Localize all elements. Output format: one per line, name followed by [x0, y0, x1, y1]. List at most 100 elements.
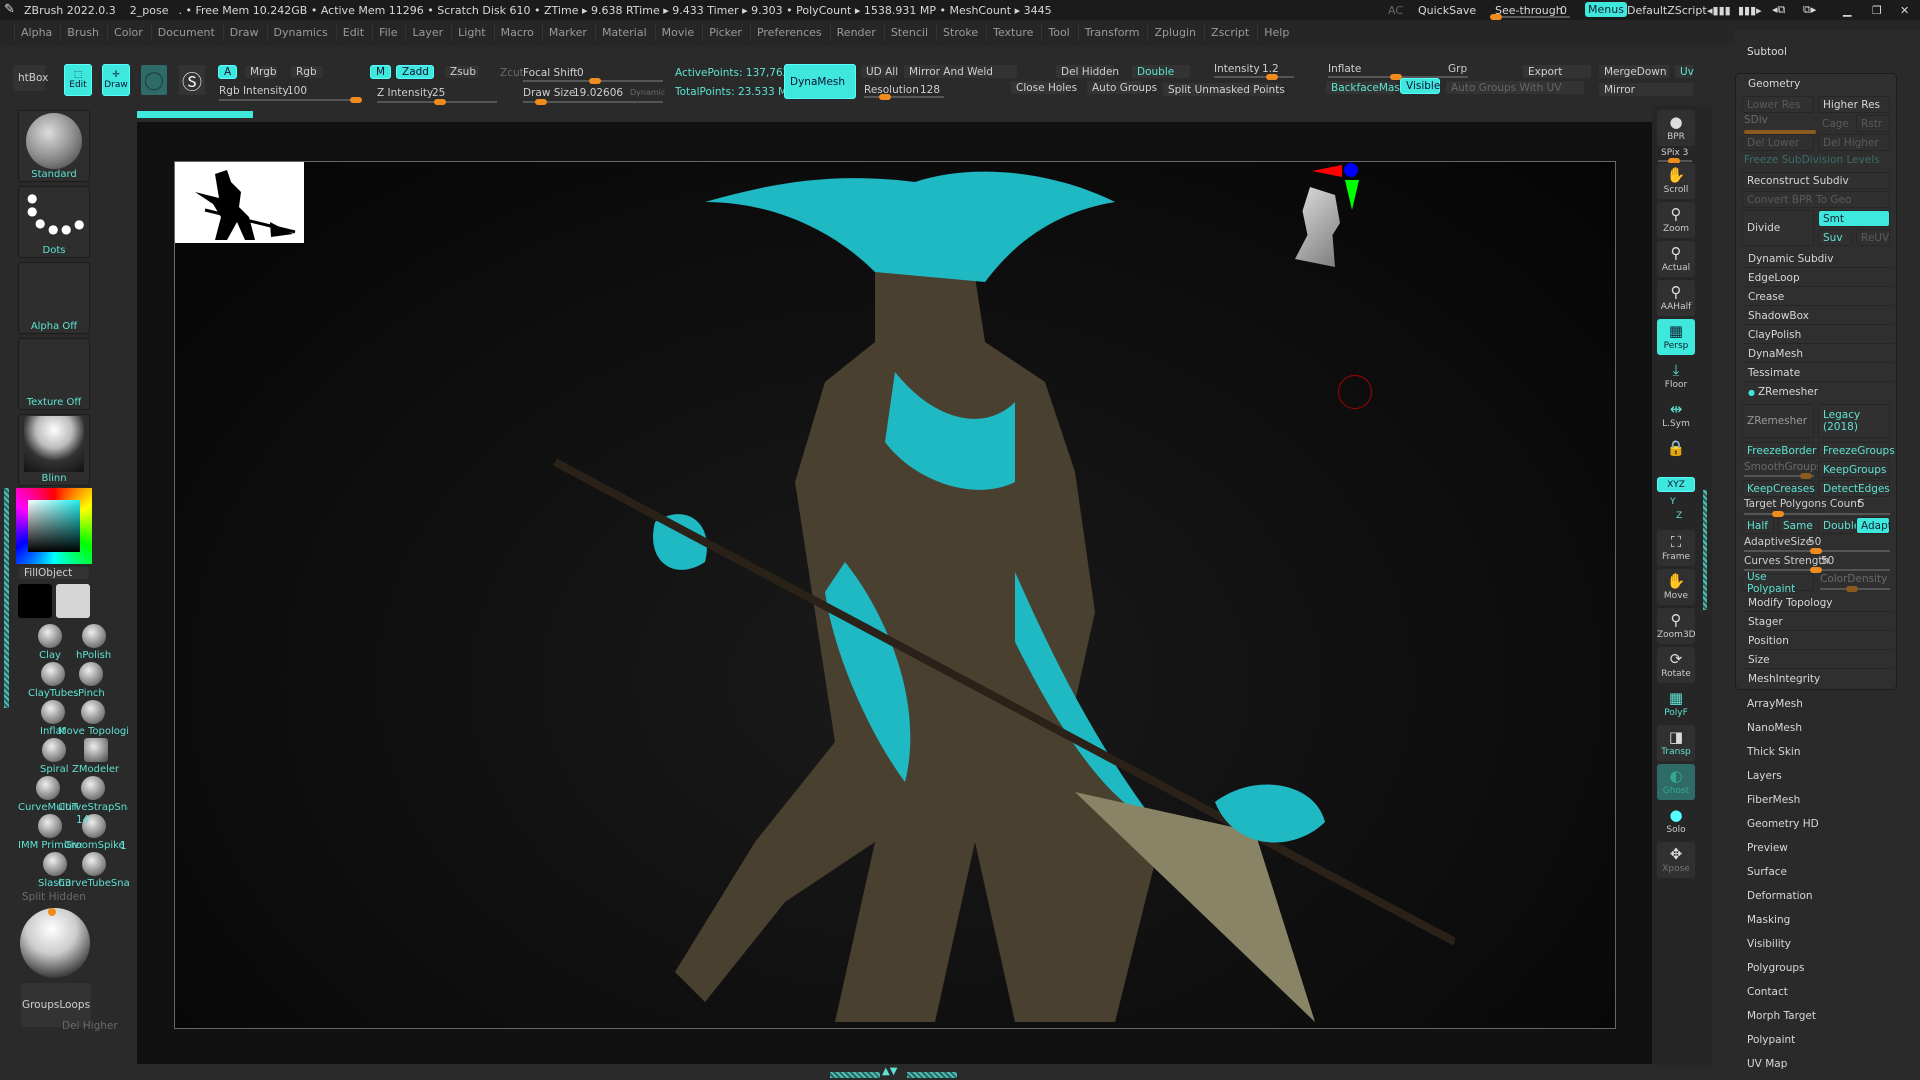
keepcreases-toggle[interactable]: KeepCreases: [1742, 480, 1815, 497]
bottom-tray-handle-left[interactable]: [830, 1072, 880, 1078]
menu-color[interactable]: Color: [107, 24, 149, 41]
inflate-slider[interactable]: [1328, 74, 1468, 80]
cage-button[interactable]: Cage: [1818, 115, 1854, 132]
export-button[interactable]: Export: [1522, 64, 1592, 79]
bottom-tray-handle-right[interactable]: [907, 1072, 957, 1078]
quicksave-button[interactable]: QuickSave: [1418, 4, 1476, 17]
persp-button[interactable]: ▦ Persp: [1657, 319, 1695, 355]
brush-curvetubesnap[interactable]: CurveTubeSnap: [58, 852, 130, 889]
menu-layer[interactable]: Layer: [405, 24, 449, 41]
character-model[interactable]: [455, 142, 1455, 1032]
visibility-section[interactable]: Visibility: [1747, 938, 1791, 950]
menu-help[interactable]: Help: [1257, 24, 1295, 41]
draw-size-slider[interactable]: [523, 99, 663, 105]
adapt-toggle[interactable]: Adapt: [1856, 517, 1892, 534]
zcut-label[interactable]: Zcut: [500, 67, 524, 79]
mirror-weld-button[interactable]: Mirror And Weld: [903, 64, 1018, 79]
same-button[interactable]: Same: [1778, 517, 1814, 534]
ui-right-arrow-icon[interactable]: ▮▮▮▸: [1738, 4, 1762, 17]
menu-zscript[interactable]: Zscript: [1204, 24, 1255, 41]
spix-slider[interactable]: [1658, 158, 1692, 164]
brush-curvestrapsnap[interactable]: CurveStrapSnap: [58, 776, 128, 813]
thick-skin-section[interactable]: Thick Skin: [1747, 746, 1801, 758]
mirror-button[interactable]: Mirror: [1598, 82, 1694, 97]
fillobject-button[interactable]: FillObject: [18, 566, 90, 580]
polyf-button[interactable]: ▦ PolyF: [1657, 686, 1695, 722]
visible-button[interactable]: Visible: [1400, 78, 1440, 94]
arraymesh-section[interactable]: ArrayMesh: [1747, 698, 1803, 710]
lsym-button[interactable]: ⇹ L.Sym: [1657, 397, 1695, 433]
contact-section[interactable]: Contact: [1747, 986, 1788, 998]
zoom3d-button[interactable]: ⚲ Zoom3D: [1657, 608, 1696, 644]
edit-button[interactable]: ⬚ Edit: [64, 64, 92, 96]
morph-target-section[interactable]: Morph Target: [1747, 1010, 1816, 1022]
layout-prev-icon[interactable]: ◂⧉: [1772, 3, 1785, 17]
keepgroups-toggle[interactable]: KeepGroups: [1818, 461, 1890, 478]
dynamesh-item[interactable]: DynaMesh: [1744, 345, 1894, 363]
shadowbox-item[interactable]: ShadowBox: [1744, 307, 1894, 325]
zremesher-header[interactable]: ● ZRemesher: [1744, 383, 1894, 401]
rotate-xyz-button[interactable]: XYZ: [1657, 477, 1695, 492]
menu-edit[interactable]: Edit: [335, 24, 370, 41]
auto-groups-uv-button[interactable]: Auto Groups With UV: [1445, 80, 1585, 95]
tessimate-item[interactable]: Tessimate: [1744, 364, 1894, 382]
brush-spiral[interactable]: Spiral: [40, 738, 69, 775]
color-saturation-square[interactable]: [28, 500, 80, 552]
rstr-button[interactable]: Rstr: [1856, 115, 1890, 132]
reuv-button[interactable]: ReUV: [1856, 229, 1890, 246]
menu-tool[interactable]: Tool: [1041, 24, 1075, 41]
polygroups-section[interactable]: Polygroups: [1747, 962, 1804, 974]
scale-mode-button[interactable]: Ⓢ: [178, 64, 206, 96]
zadd-button[interactable]: Zadd: [396, 65, 434, 79]
rotate-z-button[interactable]: Z: [1676, 511, 1682, 521]
subtool-section[interactable]: Subtool: [1747, 46, 1787, 58]
split-hidden-button[interactable]: Split Hidden: [22, 891, 86, 903]
move-mode-button[interactable]: ◯: [140, 64, 168, 96]
uv-button[interactable]: Uv: [1674, 64, 1694, 79]
solo-button[interactable]: ● Solo: [1657, 803, 1695, 839]
silhouette-thumbnail[interactable]: [175, 162, 304, 243]
minimize-icon[interactable]: ▁: [1843, 4, 1851, 17]
brush-hpolish[interactable]: hPolish: [76, 624, 111, 661]
brush-groomspike[interactable]: GroomSpike: [64, 814, 125, 851]
dynamesh-button[interactable]: DynaMesh: [784, 64, 856, 99]
frame-button[interactable]: ⛶ Frame: [1657, 530, 1695, 566]
intensity-slider[interactable]: [1214, 74, 1294, 80]
zremesher-button[interactable]: ZRemesher: [1742, 404, 1814, 438]
menu-preferences[interactable]: Preferences: [749, 24, 828, 41]
freezeborder-toggle[interactable]: FreezeBorder: [1742, 442, 1816, 459]
transp-button[interactable]: ◨ Transp: [1657, 725, 1695, 761]
actual-button[interactable]: ⚲ Actual: [1657, 241, 1695, 277]
dynamic-subdiv-item[interactable]: Dynamic Subdiv: [1744, 250, 1894, 268]
brush-selector[interactable]: Standard: [18, 110, 90, 182]
masking-section[interactable]: Masking: [1747, 914, 1790, 926]
crease-item[interactable]: Crease: [1744, 288, 1894, 306]
light-position-handle[interactable]: [48, 908, 56, 916]
right-shelf-resize-handle[interactable]: [1703, 490, 1707, 610]
brush-pinch[interactable]: Pinch: [78, 662, 105, 699]
claypolish-item[interactable]: ClayPolish: [1744, 326, 1894, 344]
del-higher-button[interactable]: Del Higher: [1818, 134, 1890, 151]
move-button[interactable]: ✋ Move: [1657, 569, 1695, 605]
xpose-button[interactable]: ✥ Xpose: [1657, 842, 1695, 878]
higher-res-button[interactable]: Higher Res: [1818, 96, 1890, 113]
alpha-selector[interactable]: Alpha Off: [18, 262, 90, 334]
floor-button[interactable]: ⤓ Floor: [1657, 358, 1695, 394]
bottom-tray-toggle-icon[interactable]: ▲▼: [882, 1066, 897, 1077]
main-color-swatch[interactable]: [18, 584, 52, 618]
brush-zmodeler[interactable]: ZModeler: [72, 738, 119, 775]
convert-bpr-button[interactable]: Convert BPR To Geo: [1742, 191, 1890, 208]
suv-toggle[interactable]: Suv: [1818, 229, 1852, 246]
split-unmasked-button[interactable]: Split Unmasked Points: [1162, 82, 1285, 97]
smt-toggle[interactable]: Smt: [1818, 210, 1890, 227]
del-lower-button[interactable]: Del Lower: [1742, 134, 1814, 151]
detectedges-toggle[interactable]: DetectEdges: [1818, 480, 1890, 497]
menu-picker[interactable]: Picker: [702, 24, 748, 41]
rgb-button[interactable]: Rgb: [290, 65, 324, 79]
rotate-button[interactable]: ⟳ Rotate: [1657, 647, 1695, 683]
menu-movie[interactable]: Movie: [654, 24, 701, 41]
bpr-button[interactable]: ● BPR: [1657, 110, 1695, 146]
zoom-button[interactable]: ⚲ Zoom: [1657, 202, 1695, 238]
menu-dynamics[interactable]: Dynamics: [266, 24, 334, 41]
target-polygons-slider[interactable]: [1744, 511, 1890, 517]
